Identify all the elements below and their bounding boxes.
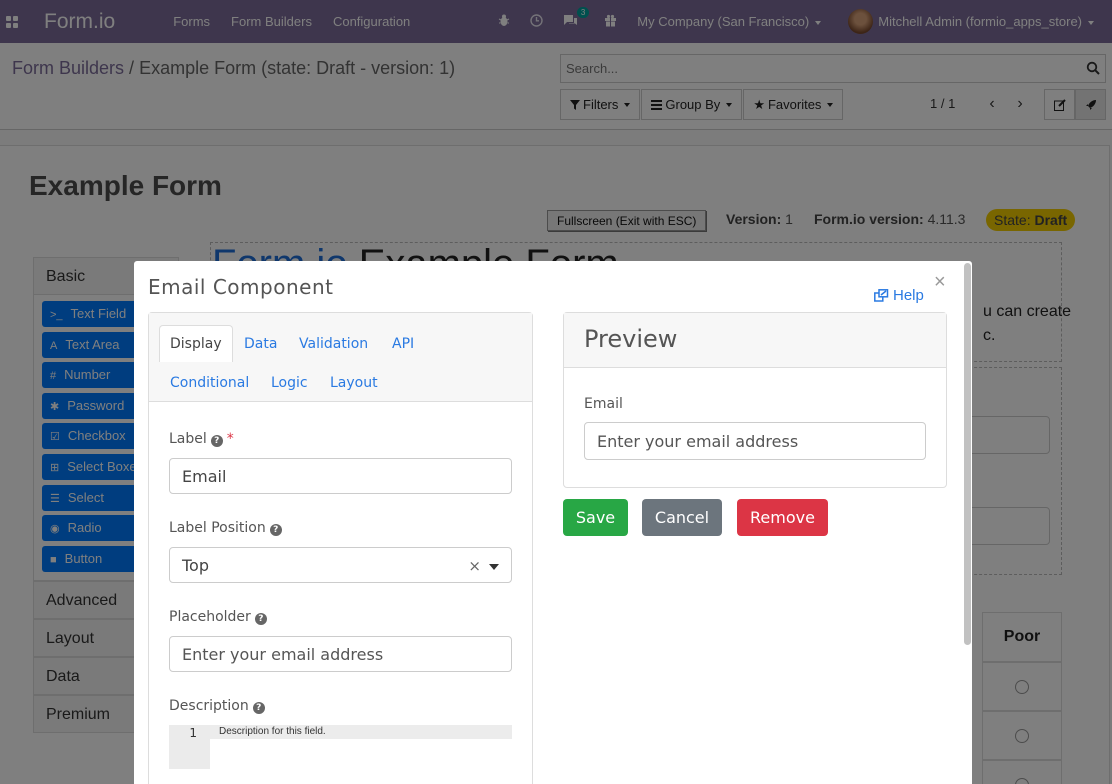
settings-tabs: Display Data Validation API Conditional … [149, 313, 532, 402]
settings-card: Display Data Validation API Conditional … [148, 312, 533, 784]
placeholder-input[interactable]: Enter your email address [169, 636, 512, 672]
question-circle-icon[interactable]: ? [252, 702, 265, 714]
tab-logic[interactable]: Logic [271, 375, 308, 391]
question-circle-icon[interactable]: ? [210, 435, 223, 447]
tab-data[interactable]: Data [244, 336, 277, 352]
tab-validation[interactable]: Validation [299, 336, 368, 352]
editor-line-number: 1 [169, 725, 210, 769]
external-link-icon [874, 289, 889, 302]
required-asterisk: * [226, 431, 234, 447]
remove-button[interactable]: Remove [737, 499, 828, 536]
cancel-button[interactable]: Cancel [642, 499, 722, 536]
label-text: Description [169, 698, 249, 714]
help-link[interactable]: Help [874, 287, 924, 304]
preview-field-label: Email [584, 396, 623, 412]
label-position-field-label: Label Position? [169, 520, 282, 536]
help-label: Help [893, 287, 924, 304]
modal-scrollbar[interactable] [964, 263, 971, 645]
component-edit-modal: Email Component × Help Display Data Vali… [134, 261, 972, 784]
label-field-label: Label? * [169, 431, 234, 447]
label-text: Label Position [169, 520, 266, 536]
description-field-label: Description? [169, 698, 265, 714]
label-text: Label [169, 431, 207, 447]
label-position-value: Top [182, 555, 209, 575]
tab-api[interactable]: API [392, 336, 414, 352]
preview-card: Preview Email Enter your email address [563, 312, 947, 488]
editor-placeholder: Description for this field. [210, 725, 512, 739]
placeholder-field-label: Placeholder? [169, 609, 267, 625]
tab-display[interactable]: Display [159, 325, 233, 362]
label-text: Placeholder [169, 609, 251, 625]
preview-title: Preview [564, 313, 946, 368]
description-editor[interactable]: 1 Description for this field. [169, 725, 512, 769]
modal-title: Email Component [148, 275, 334, 299]
tab-conditional[interactable]: Conditional [170, 375, 249, 391]
save-button[interactable]: Save [563, 499, 628, 536]
close-icon[interactable]: × [934, 271, 946, 294]
chevron-down-icon[interactable] [489, 564, 499, 570]
tab-layout[interactable]: Layout [330, 375, 378, 391]
question-circle-icon[interactable]: ? [269, 524, 282, 536]
question-circle-icon[interactable]: ? [254, 613, 267, 625]
label-input[interactable]: Email [169, 458, 512, 494]
clear-selection-icon[interactable]: × [468, 557, 481, 575]
preview-email-input[interactable]: Enter your email address [584, 422, 926, 460]
label-position-select[interactable]: Top × [169, 547, 512, 583]
